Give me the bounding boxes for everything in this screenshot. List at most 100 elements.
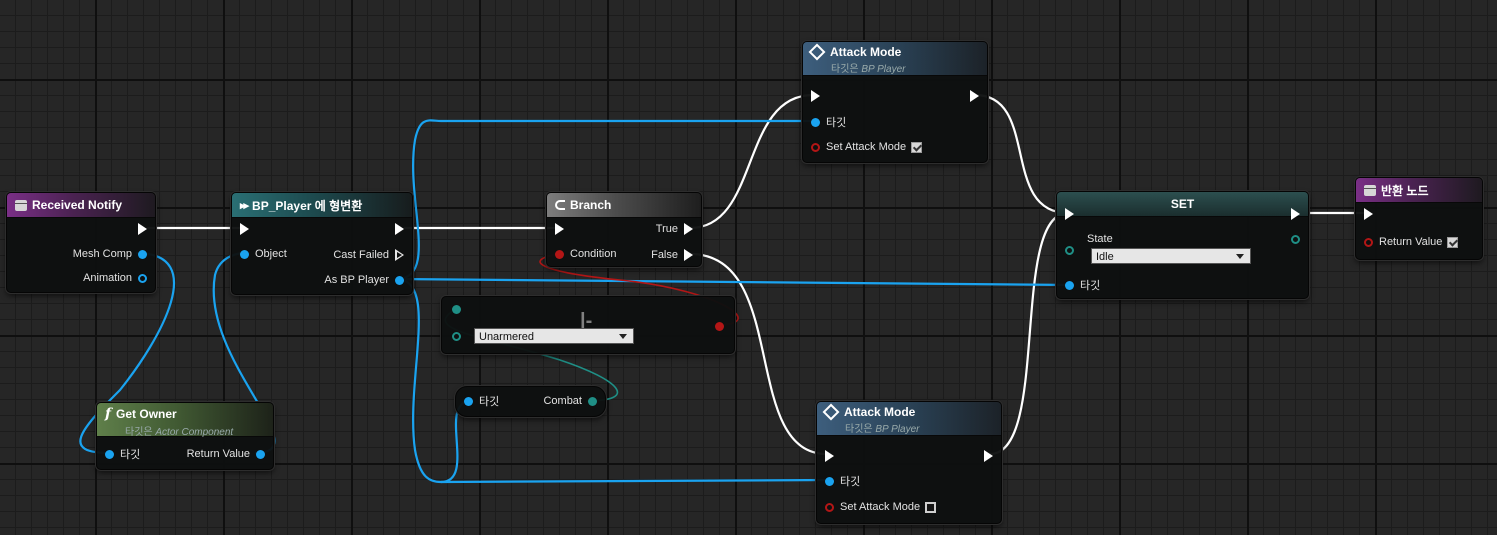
object-pin-row[interactable]: Object <box>240 246 287 262</box>
attack-mode-bottom-node[interactable]: Attack Mode 타깃은 BP Player 타깃 Set Attack … <box>816 401 1002 524</box>
return-value-row[interactable]: Return Value <box>1364 234 1459 250</box>
exec-wire-attack-top-set <box>974 93 1069 215</box>
exec-in-pin-icon[interactable] <box>240 223 249 235</box>
exec-out-pin-icon[interactable] <box>395 223 404 235</box>
equal-input-b-row[interactable] <box>452 328 461 344</box>
cast-exec-out-row[interactable] <box>395 221 404 237</box>
return-node-header: 반환 노드 <box>1356 178 1482 203</box>
state-dropdown[interactable]: Idle <box>1091 248 1251 264</box>
branch-false-row[interactable]: False <box>651 247 693 263</box>
equal-output-row[interactable] <box>715 318 724 334</box>
combat-target-row[interactable]: 타깃 <box>464 393 499 409</box>
exec-out-pin-icon[interactable] <box>1291 208 1300 220</box>
enum-in-pin-icon[interactable] <box>452 304 461 314</box>
return-exec-in-row[interactable] <box>1364 206 1373 222</box>
attack-mode-top-subtitle-class: BP Player <box>861 64 906 75</box>
combat-variable-node[interactable]: 타깃 Combat <box>455 386 606 417</box>
chevron-down-icon <box>1236 254 1244 259</box>
branch-node[interactable]: Branch True Condition False <box>546 192 702 267</box>
animation-pin-row[interactable]: Animation <box>83 270 147 286</box>
state-dropdown-value: Idle <box>1096 251 1114 263</box>
attack-bottom-set-row[interactable]: Set Attack Mode <box>825 499 937 515</box>
target-pin-icon[interactable] <box>464 396 473 406</box>
set-exec-in-row[interactable] <box>1065 206 1074 222</box>
condition-pin-icon[interactable] <box>555 249 564 259</box>
attack-bottom-exec-out-row[interactable] <box>984 448 993 464</box>
set-attack-mode-checkbox[interactable] <box>925 501 937 513</box>
state-out-pin-icon[interactable] <box>1291 234 1300 244</box>
exec-in-pin-icon[interactable] <box>1364 208 1373 220</box>
set-state-pin-row[interactable] <box>1065 242 1074 258</box>
branch-title: Branch <box>570 198 612 212</box>
mesh-comp-pin-row[interactable]: Mesh Comp <box>73 246 147 262</box>
target-pin-icon[interactable] <box>811 117 820 127</box>
as-bp-player-pin-row[interactable]: As BP Player <box>324 272 404 288</box>
exec-out-pin-icon[interactable] <box>970 90 979 102</box>
attack-mode-bottom-subtitle-prefix: 타깃은 <box>845 424 876 435</box>
set-exec-out-row[interactable] <box>1291 206 1300 222</box>
attack-mode-bottom-title: Attack Mode <box>844 405 916 419</box>
cast-icon: ▸▸ <box>240 199 249 212</box>
return-node[interactable]: 반환 노드 Return Value <box>1355 177 1483 260</box>
branch-condition-row[interactable]: Condition <box>555 246 616 262</box>
return-value-pin-icon[interactable] <box>256 449 265 459</box>
cast-exec-in-row[interactable] <box>240 221 249 237</box>
set-state-out-row[interactable] <box>1291 231 1300 247</box>
set-state-node[interactable]: SET State Idle 타깃 <box>1056 191 1309 299</box>
as-bp-player-pin-icon[interactable] <box>395 275 404 285</box>
bool-in-pin-icon[interactable] <box>825 502 834 512</box>
set-attack-mode-checkbox[interactable] <box>911 141 923 153</box>
bool-in-pin-icon[interactable] <box>811 142 820 152</box>
exec-in-pin-icon[interactable] <box>555 223 564 235</box>
attack-bottom-exec-in-row[interactable] <box>825 448 834 464</box>
cast-header: ▸▸ BP_Player 에 형변환 <box>232 193 412 218</box>
exec-in-pin-icon[interactable] <box>1065 208 1074 220</box>
target-pin-icon[interactable] <box>1065 280 1074 290</box>
false-exec-pin-icon[interactable] <box>684 249 693 261</box>
exec-out-pin-icon[interactable] <box>984 450 993 462</box>
cast-failed-pin-row[interactable]: Cast Failed <box>333 247 404 263</box>
animation-pin-icon[interactable] <box>138 273 147 283</box>
get-owner-return-row[interactable]: Return Value <box>187 446 265 462</box>
exec-in-pin-icon[interactable] <box>825 450 834 462</box>
get-owner-node[interactable]: f Get Owner 타깃은 Actor Component 타깃 Return… <box>96 402 274 470</box>
attack-top-set-row[interactable]: Set Attack Mode <box>811 139 923 155</box>
attack-top-target-row[interactable]: 타깃 <box>811 114 846 130</box>
branch-exec-in-row[interactable] <box>555 221 564 237</box>
combat-pin-icon[interactable] <box>588 396 597 406</box>
enum-in-pin-b-icon[interactable] <box>452 331 461 341</box>
bool-in-pin-icon[interactable] <box>1364 237 1373 247</box>
object-pin-icon[interactable] <box>240 249 249 259</box>
exec-out-pin-row[interactable] <box>138 221 147 237</box>
true-exec-pin-icon[interactable] <box>684 223 693 235</box>
enum-equal-node[interactable]: |- Unarmered <box>441 296 735 354</box>
state-in-pin-icon[interactable] <box>1065 245 1074 255</box>
variable-set-icon <box>808 43 826 61</box>
chevron-down-icon <box>619 334 627 339</box>
set-target-row[interactable]: 타깃 <box>1065 277 1100 293</box>
object-label: Object <box>255 248 287 260</box>
return-value-checkbox[interactable] <box>1447 236 1459 248</box>
target-pin-icon[interactable] <box>825 476 834 486</box>
attack-top-exec-in-row[interactable] <box>811 88 820 104</box>
exec-in-pin-icon[interactable] <box>811 90 820 102</box>
branch-true-row[interactable]: True <box>656 221 693 237</box>
attack-bottom-target-row[interactable]: 타깃 <box>825 473 860 489</box>
mesh-comp-pin-icon[interactable] <box>138 249 147 259</box>
unarmered-dropdown[interactable]: Unarmered <box>474 328 634 344</box>
attack-top-exec-out-row[interactable] <box>970 88 979 104</box>
received-notify-node[interactable]: Received Notify Mesh Comp Animation <box>6 192 156 293</box>
get-owner-header: f Get Owner 타깃은 Actor Component <box>97 403 273 438</box>
combat-output-row[interactable]: Combat <box>543 393 597 409</box>
equal-input-a-row[interactable] <box>452 301 461 317</box>
attack-mode-top-node[interactable]: Attack Mode 타깃은 BP Player 타깃 Set Attack … <box>802 41 988 163</box>
target-pin-icon[interactable] <box>105 449 114 459</box>
bool-out-pin-icon[interactable] <box>715 321 724 331</box>
cast-to-bp-player-node[interactable]: ▸▸ BP_Player 에 형변환 Object Cast Failed As … <box>231 192 413 295</box>
event-icon <box>15 199 27 211</box>
attack-bottom-set-label: Set Attack Mode <box>840 501 921 513</box>
cast-failed-pin-icon[interactable] <box>395 249 404 261</box>
exec-out-pin-icon[interactable] <box>138 223 147 235</box>
get-owner-target-row[interactable]: 타깃 <box>105 446 140 462</box>
received-notify-header: Received Notify <box>7 193 155 218</box>
